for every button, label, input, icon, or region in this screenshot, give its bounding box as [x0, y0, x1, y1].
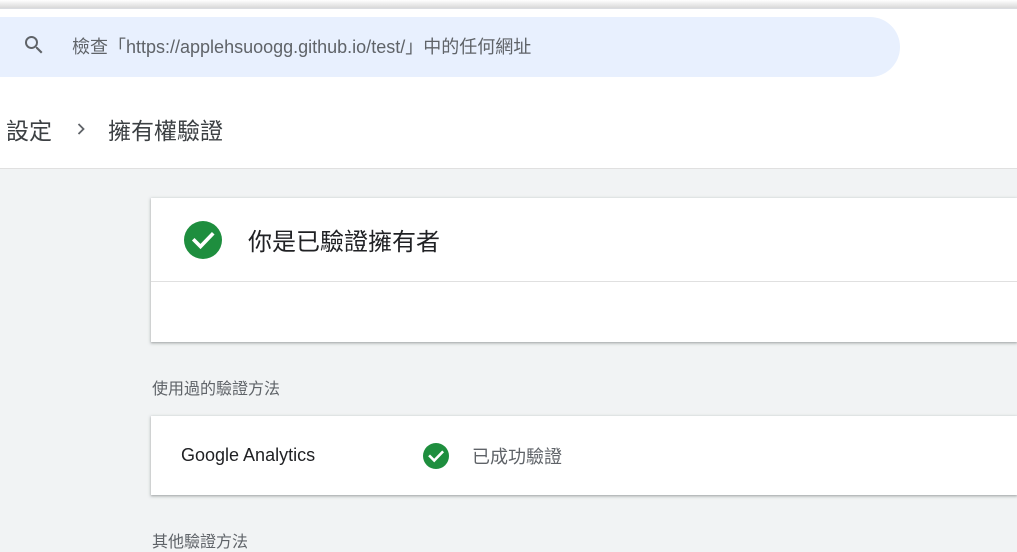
used-methods-heading: 使用過的驗證方法	[152, 381, 281, 398]
header: 設定 擁有權驗證	[0, 0, 1017, 169]
owner-status-header: 你是已驗證擁有者	[151, 198, 1017, 282]
check-circle-icon	[184, 220, 222, 259]
breadcrumb-settings-link[interactable]: 設定	[6, 112, 52, 146]
window-top-edge	[0, 0, 1017, 9]
chevron-right-icon	[74, 122, 88, 136]
search-input[interactable]	[70, 35, 854, 59]
breadcrumb: 設定 擁有權驗證	[6, 112, 223, 146]
method-status-text: 已成功驗證	[472, 446, 562, 467]
method-status: 已成功驗證	[423, 442, 562, 469]
breadcrumb-current: 擁有權驗證	[108, 118, 223, 144]
url-inspection-search[interactable]	[0, 17, 900, 77]
verification-method-row[interactable]: Google Analytics 已成功驗證	[151, 416, 1017, 495]
check-circle-icon	[423, 442, 449, 469]
other-methods-heading: 其他驗證方法	[152, 534, 249, 551]
search-icon[interactable]	[22, 33, 46, 62]
owner-status-title: 你是已驗證擁有者	[248, 229, 440, 256]
owner-status-card: 你是已驗證擁有者	[151, 198, 1017, 342]
method-name: Google Analytics	[181, 445, 316, 465]
